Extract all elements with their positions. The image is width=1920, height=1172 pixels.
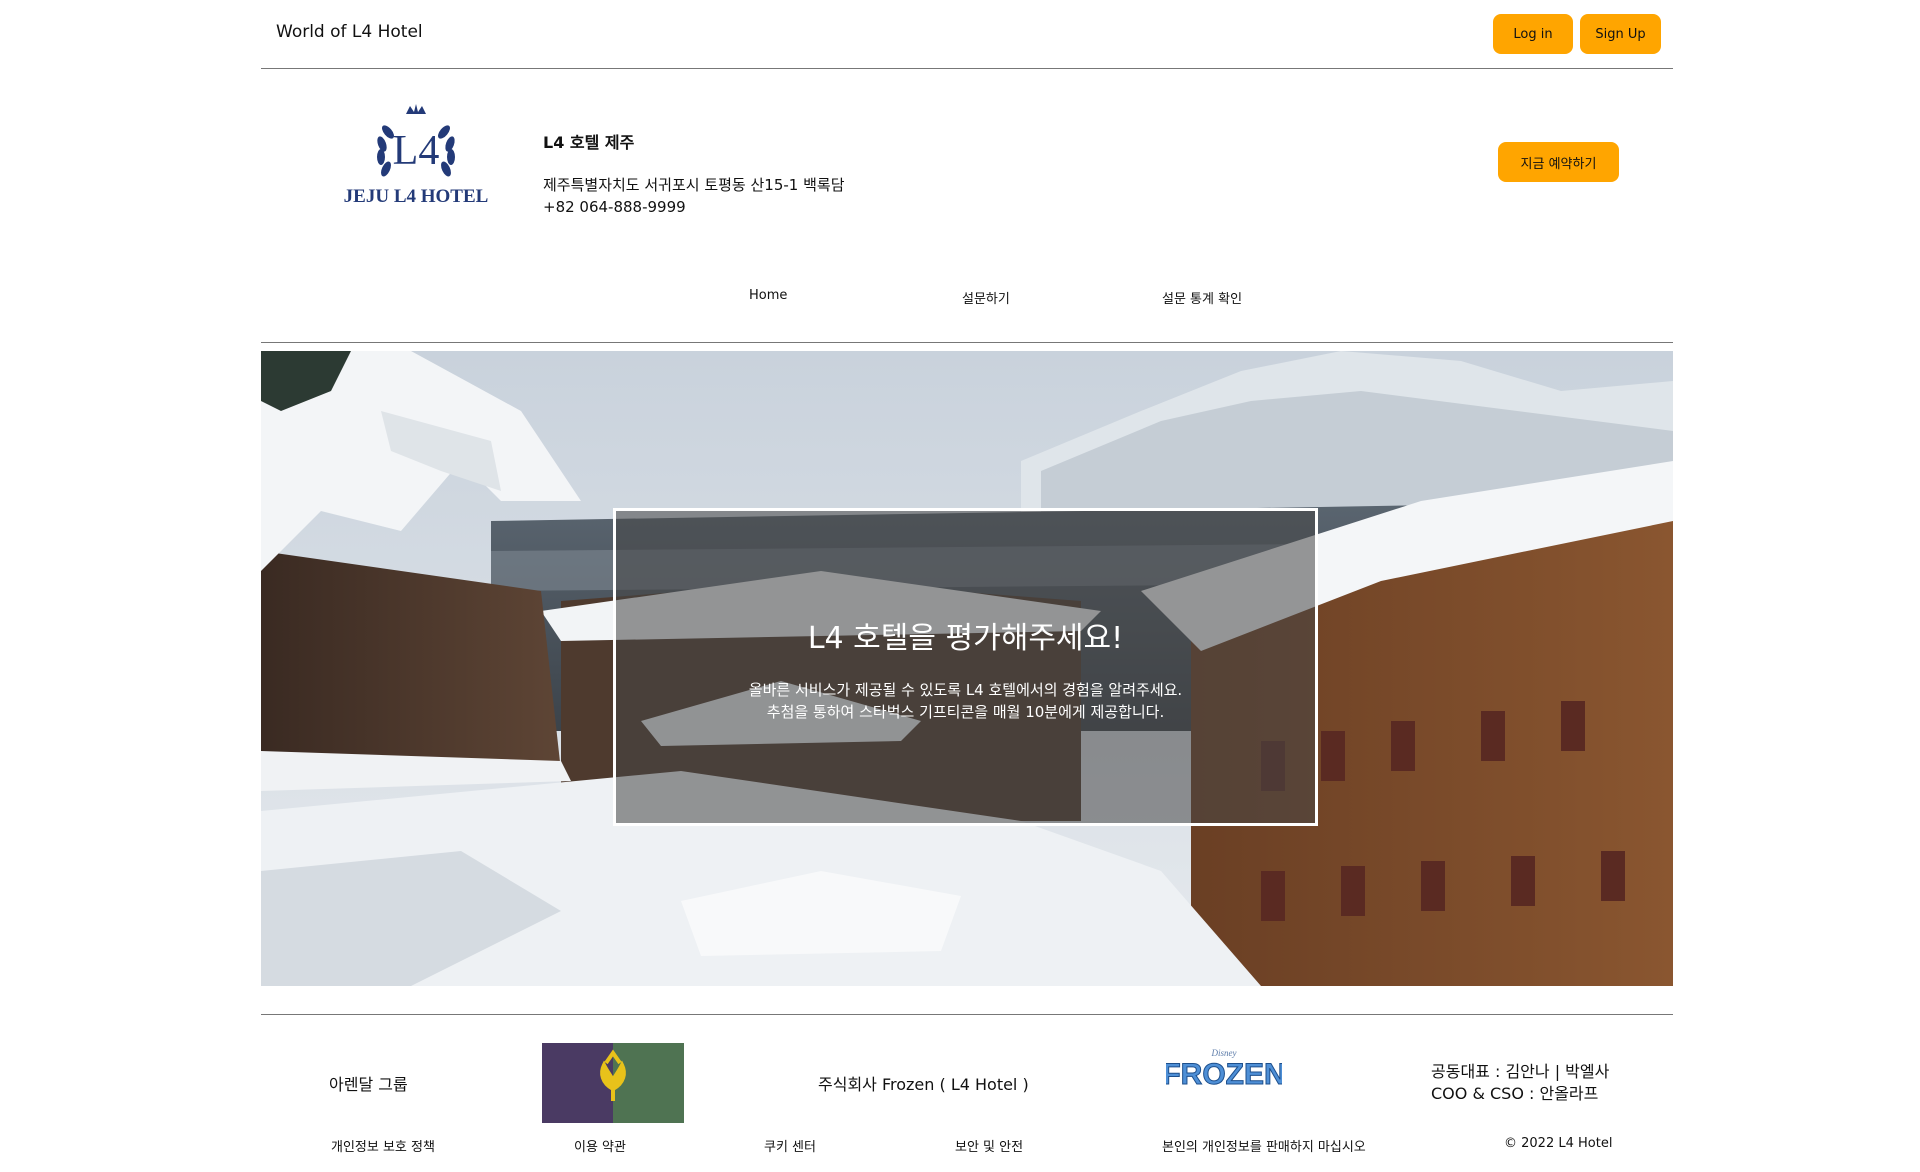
site-brand[interactable]: World of L4 Hotel (276, 22, 423, 42)
login-button[interactable]: Log in (1493, 14, 1573, 54)
hotel-name: L4 호텔 제주 (543, 133, 635, 152)
nav-survey-stats[interactable]: 설문 통계 확인 (1162, 288, 1242, 307)
hotel-phone: +82 064-888-9999 (543, 198, 686, 216)
top-bar: World of L4 Hotel Log in Sign Up (261, 0, 1673, 69)
logo-letters: L4 (393, 128, 440, 174)
hotel-logo[interactable]: L4 JEJU L4 HOTEL (336, 102, 496, 212)
footer-divider (261, 1014, 1673, 1015)
footer-link-do-not-sell[interactable]: 본인의 개인정보를 판매하지 마십시오 (1162, 1136, 1366, 1155)
page: World of L4 Hotel Log in Sign Up L4 JEJU… (0, 0, 1920, 1172)
signup-button[interactable]: Sign Up (1580, 14, 1661, 54)
frozen-text: FROZEN (1166, 1058, 1282, 1091)
hero-title: L4 호텔을 평가해주세요! (807, 621, 1124, 656)
footer-coo: COO & CSO : 안올라프 (1431, 1084, 1599, 1103)
footer-company-name: 주식회사 Frozen ( L4 Hotel ) (818, 1075, 1029, 1094)
hotel-contact: 제주특별자치도 서귀포시 토평동 산15-1 백록담 +82 064-888-9… (543, 174, 845, 218)
footer-executives: 공동대표 : 김안나 | 박엘사 COO & CSO : 안올라프 (1431, 1061, 1609, 1105)
book-now-button[interactable]: 지금 예약하기 (1498, 142, 1619, 182)
arendelle-flag (542, 1043, 684, 1123)
logo-emblem: L4 JEJU L4 HOTEL (344, 104, 489, 207)
hotel-address: 제주특별자치도 서귀포시 토평동 산15-1 백록담 (543, 176, 845, 194)
hero-line-2: 추첨을 통하여 스타벅스 기프티콘을 매월 10분에게 제공합니다. (766, 703, 1165, 721)
frozen-logo-image: Disney FROZEN (1162, 1048, 1286, 1092)
nav-survey[interactable]: 설문하기 (962, 288, 1010, 307)
hero-banner: L4 호텔을 평가해주세요! 올바른 서비스가 제공될 수 있도록 L4 호텔에… (261, 351, 1673, 986)
hero-line-1: 올바른 서비스가 제공될 수 있도록 L4 호텔에서의 경험을 알려주세요. (748, 681, 1183, 699)
footer-link-terms[interactable]: 이용 약관 (574, 1136, 626, 1155)
hero-callout: L4 호텔을 평가해주세요! 올바른 서비스가 제공될 수 있도록 L4 호텔에… (613, 508, 1318, 826)
logo-text: JEJU L4 HOTEL (344, 186, 489, 207)
main-nav: Home 설문하기 설문 통계 확인 (261, 280, 1673, 343)
footer-link-security[interactable]: 보안 및 안전 (955, 1136, 1023, 1155)
nav-home[interactable]: Home (749, 288, 787, 303)
hero-description: 올바른 서비스가 제공될 수 있도록 L4 호텔에서의 경험을 알려주세요. 추… (616, 679, 1315, 723)
footer-ceo: 공동대표 : 김안나 | 박엘사 (1431, 1062, 1610, 1081)
frozen-logo: Disney FROZEN (1162, 1042, 1286, 1094)
frozen-small-text: Disney (1211, 1048, 1237, 1058)
copyright: © 2022 L4 Hotel (1504, 1136, 1613, 1151)
footer-link-cookies[interactable]: 쿠키 센터 (764, 1136, 816, 1155)
footer-link-privacy[interactable]: 개인정보 보호 정책 (331, 1136, 435, 1155)
flag-icon (542, 1043, 684, 1123)
footer-group-name: 아렌달 그룹 (329, 1075, 408, 1094)
